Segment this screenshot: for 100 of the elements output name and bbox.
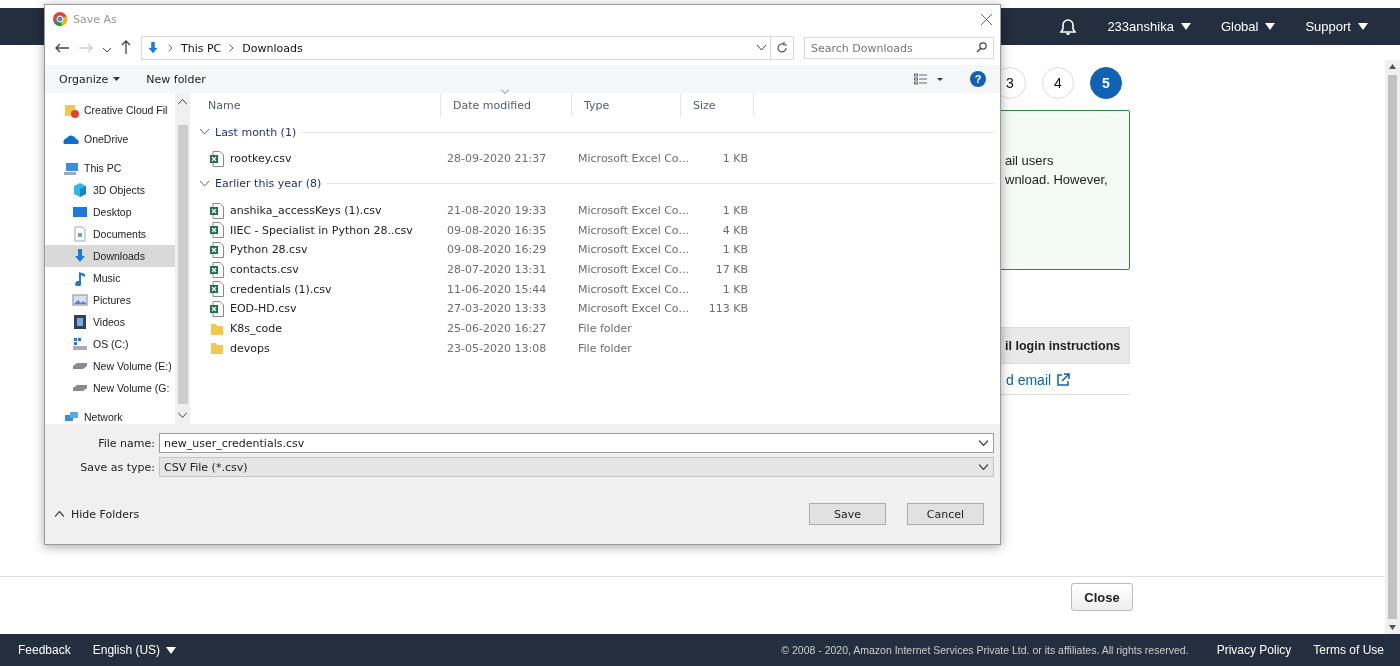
file-type: Microsoft Excel Co... [578,263,689,277]
scroll-up-icon[interactable] [178,99,187,105]
file-name[interactable]: contacts.csv [230,263,299,277]
chevron-down-icon[interactable] [757,45,766,51]
caret-icon [113,77,121,81]
sidebar-item[interactable]: New Volume (E:) [45,355,175,377]
sidebar-scrollbar[interactable] [175,93,190,424]
chevron-down-icon [979,440,988,446]
email-link[interactable]: d email [950,372,1130,388]
breadcrumb-item[interactable]: Downloads [242,41,303,55]
address-bar[interactable]: This PC Downloads [141,36,771,60]
videos-icon [72,314,88,330]
sidebar-item[interactable]: New Volume (G: [45,377,175,399]
field-label: File name: [97,436,155,450]
step-indicator[interactable]: 4 [1042,67,1074,99]
file-date: 28-07-2020 13:31 [447,263,547,277]
sidebar-item[interactable]: Desktop [45,201,175,223]
file-type: Microsoft Excel Co... [578,204,689,218]
group-header[interactable]: Last month (1) [196,125,297,139]
field-label: Save as type: [79,460,155,474]
cube-icon [72,182,88,198]
file-name[interactable]: anshika_accessKeys (1).csv [230,204,382,218]
sidebar-item[interactable]: Documents [45,223,175,245]
close-icon[interactable] [981,13,992,25]
back-button[interactable] [55,41,69,55]
file-name[interactable]: Python 28.csv [230,243,308,257]
file-size: 1 KB [722,243,748,257]
chevron-up-icon [55,511,64,517]
file-date: 09-08-2020 16:35 [447,223,547,237]
new-folder-button[interactable]: New folder [146,72,206,86]
bell-icon[interactable] [1059,17,1078,36]
file-name[interactable]: devops [230,341,270,355]
help-button[interactable]: ? [970,71,986,87]
up-button[interactable] [121,40,131,56]
file-name[interactable]: K8s_code [230,322,282,336]
drive-icon [72,362,88,370]
column-header[interactable]: Size [693,98,716,112]
chevron-right-icon [229,44,235,52]
column-header[interactable]: Date modified [453,98,531,112]
sidebar-item[interactable]: Music [45,267,175,289]
sidebar-item[interactable]: Videos [45,311,175,333]
dialog-button[interactable]: Cancel [907,503,984,525]
pc-icon [63,160,79,176]
file-name-field[interactable]: new_user_credentials.csv [159,433,994,453]
scrollbar[interactable] [1385,60,1400,634]
footer-link[interactable]: Terms of Use [1313,643,1384,657]
chevron-icon [200,180,209,187]
step-indicator[interactable]: 5 [1090,67,1122,99]
file-type: File folder [578,322,632,336]
sidebar-item[interactable]: OneDrive [45,128,175,150]
column-header[interactable]: Type [584,98,610,112]
footer-link[interactable]: Privacy Policy [1216,643,1292,657]
header-menu[interactable]: Support [1305,19,1368,34]
file-size: 1 KB [722,204,748,218]
file-date: 23-05-2020 13:08 [447,341,547,355]
file-type: Microsoft Excel Co... [578,223,689,237]
folder-icon [210,340,224,357]
file-size: 4 KB [722,223,748,237]
close-button[interactable]: Close [1071,583,1133,611]
notice-text: wnload. However, [1005,172,1108,187]
file-name[interactable]: IIEC - Specialist in Python 28..csv [230,223,413,237]
scroll-down-icon[interactable] [1389,625,1396,630]
chevron-down-icon [979,464,988,470]
file-name[interactable]: EOD-HD.csv [230,302,297,316]
file-size: 17 KB [715,263,748,277]
file-name[interactable]: rootkey.csv [230,152,292,166]
group-header[interactable]: Earlier this year (8) [196,177,322,191]
download-icon [146,41,160,55]
organize-menu[interactable]: Organize [59,72,121,86]
sidebar-item[interactable]: This PC [45,157,175,179]
header-menu[interactable]: Global [1220,19,1276,34]
sidebar-item[interactable]: Pictures [45,289,175,311]
refresh-icon[interactable] [776,42,788,54]
file-size: 1 KB [722,152,748,166]
header-menu[interactable]: 233anshika [1107,19,1191,34]
hide-folders-button[interactable]: Hide Folders [55,507,140,521]
spreadsheet-file-icon [210,261,224,278]
file-type: Microsoft Excel Co... [578,152,689,166]
file-type-dropdown[interactable]: CSV File (*.csv) [159,457,994,477]
drive-icon [72,384,88,392]
dialog-button[interactable]: Save [809,503,886,525]
breadcrumb-item[interactable]: This PC [181,41,222,55]
spreadsheet-file-icon [210,150,224,167]
scroll-up-icon[interactable] [1389,64,1396,69]
scroll-down-icon[interactable] [178,412,187,418]
sidebar-item[interactable]: Network [45,406,175,428]
sidebar-item[interactable]: Downloads [45,245,175,267]
file-name[interactable]: credentials (1).csv [230,282,332,296]
column-header[interactable]: Name [208,98,241,112]
file-date: 25-06-2020 16:27 [447,322,547,336]
feedback-link[interactable]: Feedback [18,643,71,657]
sidebar-item[interactable]: OS (C:) [45,333,175,355]
view-options-icon[interactable] [914,73,944,85]
file-type: Microsoft Excel Co... [578,243,689,257]
sidebar-item[interactable]: Creative Cloud Fil [45,99,175,121]
file-date: 11-06-2020 15:44 [447,282,547,296]
language-selector[interactable]: English (US) [92,643,177,657]
spreadsheet-file-icon [210,300,224,317]
search-field[interactable]: Search Downloads [804,37,994,59]
sidebar-item[interactable]: 3D Objects [45,179,175,201]
